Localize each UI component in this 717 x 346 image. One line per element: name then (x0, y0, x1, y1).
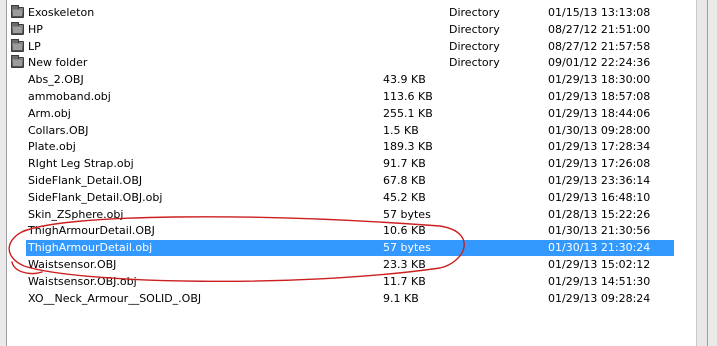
file-name: RIght Leg Strap.obj (28, 157, 134, 171)
file-name: SideFlank_Detail.OBJ.obj (28, 190, 163, 204)
file-name: New folder (28, 56, 88, 70)
file-name: Waistsensor.OBJ.obj (28, 274, 137, 288)
file-row[interactable]: Waistsensor.OBJ.obj 11.7 KB 01/29/13 14:51… (7, 274, 707, 290)
file-name: Exoskeleton (28, 6, 95, 19)
file-name: ThighArmourDetail.OBJ (28, 224, 155, 238)
file-date: 08/27/12 21:57:58 (548, 39, 651, 53)
file-name: Arm.obj (28, 106, 71, 120)
file-name: Skin_ZSphere.obj (28, 207, 124, 221)
file-size: 10.6 KB (383, 224, 426, 238)
file-row[interactable]: Plate.obj 189.3 KB 01/29/13 17:28:34 (7, 139, 707, 155)
file-name: XO__Neck_Armour__SOLID_.OBJ (28, 291, 202, 305)
file-row[interactable]: ThighArmourDetail.obj 57 bytes 01/30/13 21… (7, 240, 707, 257)
file-date: 01/30/13 21:30:24 (548, 241, 651, 255)
file-type: Directory (449, 22, 500, 36)
file-row[interactable]: XO__Neck_Armour__SOLID_.OBJ 9.1 KB 01/29/1… (7, 291, 707, 307)
folder-row[interactable]: New folder Directory 09/01/12 22:24:36 (7, 55, 707, 71)
file-size: 113.6 KB (383, 90, 433, 103)
file-type: Directory (449, 56, 500, 70)
file-size: 9.1 KB (383, 291, 419, 305)
folder-icon (11, 5, 24, 18)
file-name: SideFlank_Detail.OBJ (28, 174, 143, 187)
file-date: 01/28/13 15:22:26 (548, 207, 651, 221)
file-date: 01/29/13 09:28:24 (548, 291, 651, 305)
file-date: 01/29/13 18:57:08 (548, 90, 651, 103)
file-list-pane: Exoskeleton Directory 01/15/13 13:13:08 HP D… (6, 0, 708, 346)
file-date: 01/29/13 23:36:14 (548, 174, 651, 187)
vertical-scrollbar[interactable] (696, 0, 707, 346)
file-size: 255.1 KB (383, 106, 433, 120)
file-name: ThighArmourDetail.obj (28, 241, 153, 255)
folder-row[interactable]: Exoskeleton Directory 01/15/13 13:13:08 (7, 5, 707, 21)
folder-icon (11, 55, 24, 69)
file-name: Plate.obj (28, 140, 76, 154)
file-date: 01/29/13 18:30:00 (548, 73, 651, 87)
file-date: 01/30/13 09:28:00 (548, 123, 651, 137)
file-row[interactable]: Arm.obj 255.1 KB 01/29/13 18:44:06 (7, 106, 707, 122)
folder-icon (11, 38, 24, 52)
file-date: 01/29/13 17:28:34 (548, 140, 651, 154)
folder-row[interactable]: HP Directory 08/27/12 21:51:00 (7, 21, 707, 38)
file-size: 23.3 KB (383, 258, 426, 271)
file-name: HP (28, 22, 43, 36)
file-row[interactable]: SideFlank_Detail.OBJ.obj 45.2 KB 01/29/13 … (7, 190, 707, 206)
file-date: 01/29/13 14:51:30 (548, 274, 651, 288)
file-name: Collars.OBJ (28, 123, 89, 137)
file-date: 08/27/12 21:51:00 (548, 22, 651, 36)
file-date: 01/29/13 15:02:12 (548, 258, 651, 271)
file-row[interactable]: Abs_2.OBJ 43.9 KB 01/29/13 18:30:00 (7, 72, 707, 88)
file-size: 45.2 KB (383, 190, 426, 204)
folder-icon (11, 21, 24, 35)
file-row[interactable]: RIght Leg Strap.obj 91.7 KB 01/29/13 17:26… (7, 156, 707, 172)
file-row[interactable]: ThighArmourDetail.OBJ 10.6 KB 01/30/13 21:… (7, 223, 707, 239)
file-size: 67.8 KB (383, 174, 426, 187)
file-size: 11.7 KB (383, 274, 426, 288)
file-type: Directory (449, 6, 500, 19)
file-size: 189.3 KB (383, 140, 433, 154)
file-row[interactable]: Collars.OBJ 1.5 KB 01/30/13 09:28:00 (7, 123, 707, 139)
file-date: 01/29/13 18:44:06 (548, 106, 651, 120)
file-row[interactable]: Waistsensor.OBJ 23.3 KB 01/29/13 15:02:12 (7, 257, 707, 273)
file-row[interactable]: ammoband.obj 113.6 KB 01/29/13 18:57:08 (7, 89, 707, 105)
file-date: 01/30/13 21:30:56 (548, 224, 651, 238)
file-name: Waistsensor.OBJ (28, 258, 117, 271)
file-size: 91.7 KB (383, 157, 426, 171)
file-date: 01/15/13 13:13:08 (548, 6, 651, 19)
file-name: ammoband.obj (28, 90, 111, 103)
file-date: 01/29/13 17:26:08 (548, 157, 651, 171)
file-name: LP (28, 39, 41, 53)
file-size: 57 bytes (383, 241, 431, 255)
file-row[interactable]: Skin_ZSphere.obj 57 bytes 01/28/13 15:22:2… (7, 207, 707, 223)
file-date: 09/01/12 22:24:36 (548, 56, 651, 70)
file-name: Abs_2.OBJ (28, 73, 84, 87)
file-size: 57 bytes (383, 207, 431, 221)
file-date: 01/29/13 16:48:10 (548, 190, 651, 204)
file-type: Directory (449, 39, 500, 53)
file-size: 43.9 KB (383, 73, 426, 87)
file-size: 1.5 KB (383, 123, 419, 137)
folder-row[interactable]: LP Directory 08/27/12 21:57:58 (7, 38, 707, 55)
file-row[interactable]: SideFlank_Detail.OBJ 67.8 KB 01/29/13 23:3… (7, 173, 707, 189)
